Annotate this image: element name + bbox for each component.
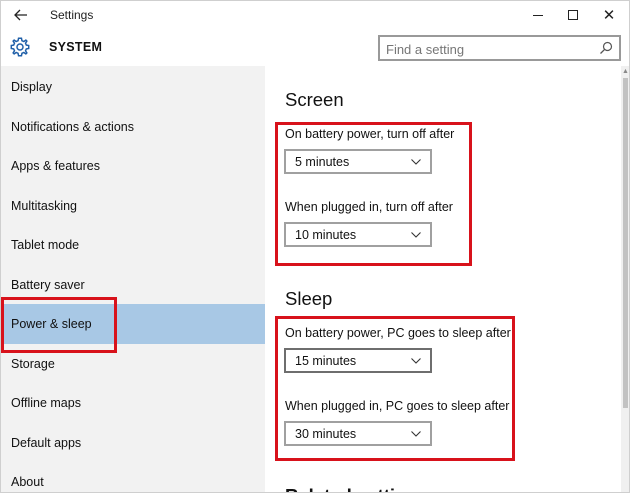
- dropdown-value: 5 minutes: [295, 154, 350, 169]
- sleep-heading: Sleep: [285, 288, 333, 309]
- dropdown-value: 30 minutes: [295, 426, 357, 441]
- gear-icon: [10, 37, 30, 57]
- dropdown-value: 10 minutes: [295, 227, 357, 242]
- page-title: SYSTEM: [49, 40, 103, 54]
- dropdown-value: 15 minutes: [295, 353, 357, 368]
- sidebar-item-storage[interactable]: Storage: [1, 344, 265, 384]
- minimize-button[interactable]: [521, 1, 555, 29]
- maximize-button[interactable]: [556, 1, 590, 29]
- scroll-up-icon[interactable]: ▲: [621, 66, 629, 76]
- sidebar-item-power-sleep[interactable]: Power & sleep: [1, 304, 265, 344]
- sleep-plugged-label: When plugged in, PC goes to sleep after: [285, 399, 510, 413]
- chevron-down-icon: [411, 159, 421, 165]
- close-icon: ✕: [602, 6, 616, 24]
- sidebar-item-display[interactable]: Display: [1, 67, 265, 107]
- sleep-plugged-dropdown[interactable]: 30 minutes: [284, 421, 432, 446]
- chevron-down-icon: [411, 358, 421, 364]
- page-header: SYSTEM: [1, 30, 629, 66]
- search-input[interactable]: [386, 40, 596, 58]
- screen-battery-dropdown[interactable]: 5 minutes: [284, 149, 432, 174]
- sleep-battery-label: On battery power, PC goes to sleep after: [285, 326, 511, 340]
- sidebar-item-notifications-actions[interactable]: Notifications & actions: [1, 107, 265, 147]
- scroll-thumb[interactable]: [623, 78, 628, 408]
- title-bar: Settings ✕: [1, 1, 629, 30]
- screen-heading: Screen: [285, 89, 344, 110]
- sidebar-item-default-apps[interactable]: Default apps: [1, 423, 265, 463]
- sidebar-item-battery-saver[interactable]: Battery saver: [1, 265, 265, 305]
- sleep-battery-dropdown[interactable]: 15 minutes: [284, 348, 432, 373]
- back-arrow-icon: [14, 9, 27, 21]
- chevron-down-icon: [411, 431, 421, 437]
- search-icon[interactable]: [599, 41, 613, 55]
- screen-plugged-label: When plugged in, turn off after: [285, 200, 453, 214]
- sidebar-item-tablet-mode[interactable]: Tablet mode: [1, 225, 265, 265]
- scrollbar[interactable]: ▲: [621, 66, 629, 492]
- sidebar-item-offline-maps[interactable]: Offline maps: [1, 383, 265, 423]
- back-button[interactable]: [7, 3, 35, 27]
- screen-plugged-dropdown[interactable]: 10 minutes: [284, 222, 432, 247]
- close-button[interactable]: ✕: [592, 1, 626, 29]
- related-settings-heading: Related settings: [285, 485, 428, 492]
- screen-battery-label: On battery power, turn off after: [285, 127, 455, 141]
- maximize-icon: [568, 10, 578, 20]
- settings-window: Settings ✕ SYSTEM Display N: [0, 0, 630, 493]
- sidebar-item-about[interactable]: About: [1, 462, 265, 492]
- search-box[interactable]: [378, 35, 621, 61]
- sidebar-item-multitasking[interactable]: Multitasking: [1, 186, 265, 226]
- chevron-down-icon: [411, 232, 421, 238]
- sidebar: Display Notifications & actions Apps & f…: [1, 66, 265, 492]
- minimize-icon: [533, 14, 543, 16]
- sidebar-item-apps-features[interactable]: Apps & features: [1, 146, 265, 186]
- app-title: Settings: [50, 8, 94, 22]
